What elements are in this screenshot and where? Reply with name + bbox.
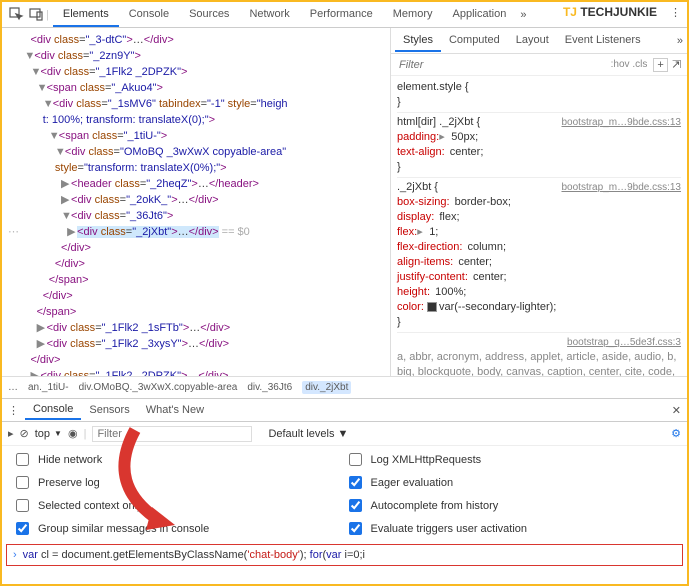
tab-application[interactable]: Application bbox=[443, 3, 517, 27]
tab-styles[interactable]: Styles bbox=[395, 30, 441, 52]
play-icon[interactable]: ▸ bbox=[8, 427, 14, 440]
tab-sources[interactable]: Sources bbox=[179, 3, 239, 27]
check-group-similar-messages-in-console[interactable]: Group similar messages in console bbox=[12, 519, 345, 538]
tab-console[interactable]: Console bbox=[119, 3, 179, 27]
more-style-tabs-icon[interactable]: » bbox=[677, 35, 683, 47]
tab-network[interactable]: Network bbox=[239, 3, 299, 27]
more-tabs-icon[interactable]: » bbox=[520, 9, 526, 21]
drawer-tab-console[interactable]: Console bbox=[25, 400, 81, 420]
gear-icon[interactable]: ⚙ bbox=[671, 427, 681, 440]
tab-elements[interactable]: Elements bbox=[53, 3, 119, 27]
drawer-tab-sensors[interactable]: Sensors bbox=[81, 401, 137, 419]
console-filter-input[interactable] bbox=[92, 426, 252, 442]
check-eager-evaluation[interactable]: Eager evaluation bbox=[345, 473, 678, 492]
breadcrumb[interactable]: … an._1tiU- div.OMoBQ._3wXwX.copyable-ar… bbox=[2, 376, 687, 398]
menu-icon[interactable]: ⋮ bbox=[670, 6, 681, 19]
check-preserve-log[interactable]: Preserve log bbox=[12, 473, 345, 492]
drawer-tabs: ⋮ Console Sensors What's New ✕ bbox=[2, 398, 687, 422]
console-code[interactable]: var cl = document.getElementsByClassName… bbox=[23, 549, 365, 561]
crumb-item[interactable]: an._1tiU- bbox=[28, 382, 69, 393]
console-input[interactable]: › var cl = document.getElementsByClassNa… bbox=[6, 544, 683, 566]
dom-tree[interactable]: <div class="_3-dtC">…</div> ▼<div class=… bbox=[2, 28, 390, 376]
console-controls: ▸ ⊘ top▼ ◉ | Default levels ▼ ⚙ bbox=[2, 422, 687, 446]
styles-body[interactable]: element.style { } html[dir] ._2jXbt {boo… bbox=[391, 76, 687, 376]
crumb-more[interactable]: … bbox=[8, 382, 18, 393]
clear-icon[interactable]: ⊘ bbox=[20, 427, 29, 440]
drawer-menu-icon[interactable]: ⋮ bbox=[8, 404, 19, 417]
devtools-toolbar: | Elements Console Sources Network Perfo… bbox=[2, 2, 687, 28]
check-log-xmlhttprequests[interactable]: Log XMLHttpRequests bbox=[345, 450, 678, 469]
device-icon[interactable] bbox=[26, 5, 46, 25]
hov-cls-controls[interactable]: :hov .cls bbox=[611, 59, 648, 70]
console-settings: Hide network Preserve log Selected context… bbox=[2, 446, 687, 544]
pin-icon[interactable]: ⇱ bbox=[672, 58, 681, 71]
check-evaluate-triggers-user-activation[interactable]: Evaluate triggers user activation bbox=[345, 519, 678, 538]
main-tabs: Elements Console Sources Network Perform… bbox=[53, 3, 516, 27]
tab-memory[interactable]: Memory bbox=[383, 3, 443, 27]
crumb-item[interactable]: div.OMoBQ._3wXwX.copyable-area bbox=[79, 382, 238, 393]
styles-filter-input[interactable] bbox=[397, 58, 467, 72]
eye-icon[interactable]: ◉ bbox=[68, 427, 78, 440]
prompt-icon: › bbox=[13, 549, 17, 561]
check-hide-network[interactable]: Hide network bbox=[12, 450, 345, 469]
crumb-item[interactable]: div._36Jt6 bbox=[247, 382, 292, 393]
drawer-tab-whatsnew[interactable]: What's New bbox=[138, 401, 212, 419]
check-autocomplete-from-history[interactable]: Autocomplete from history bbox=[345, 496, 678, 515]
tab-layout[interactable]: Layout bbox=[508, 30, 557, 52]
tab-performance[interactable]: Performance bbox=[300, 3, 383, 27]
styles-tabs: Styles Computed Layout Event Listeners » bbox=[391, 28, 687, 54]
tab-computed[interactable]: Computed bbox=[441, 30, 508, 52]
tab-event-listeners[interactable]: Event Listeners bbox=[557, 30, 649, 52]
add-rule-icon[interactable]: + bbox=[653, 58, 667, 72]
close-icon[interactable]: ✕ bbox=[672, 404, 681, 417]
logo: TJ TECHJUNKIE bbox=[563, 5, 657, 19]
inspect-icon[interactable] bbox=[6, 5, 26, 25]
scope-select[interactable]: top▼ bbox=[35, 428, 62, 440]
check-selected-context-only[interactable]: Selected context only bbox=[12, 496, 345, 515]
levels-select[interactable]: Default levels ▼ bbox=[268, 428, 348, 440]
crumb-item-active[interactable]: div._2jXbt bbox=[302, 381, 351, 394]
